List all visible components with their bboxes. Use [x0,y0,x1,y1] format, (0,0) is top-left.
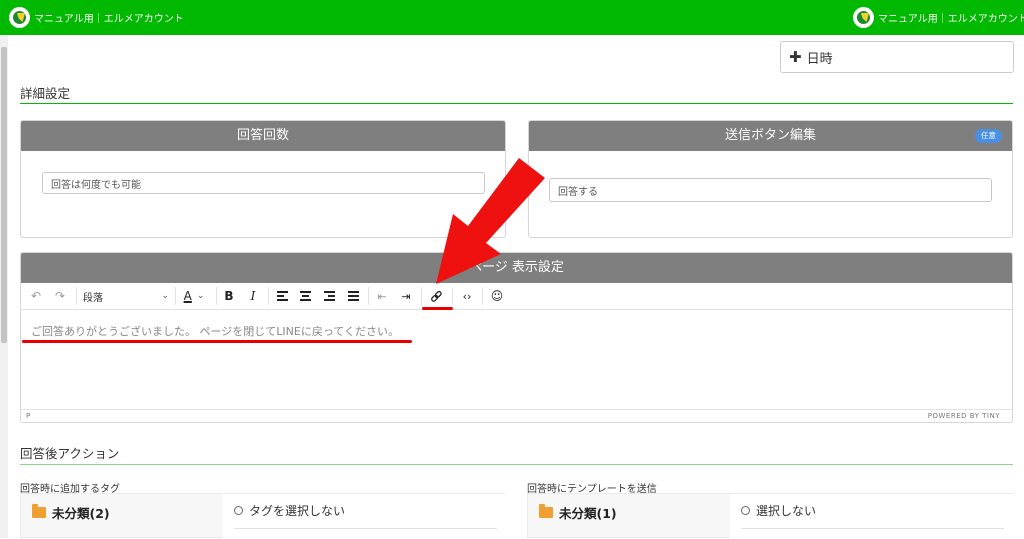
template-folder-item[interactable]: 未分類(1) [539,503,617,522]
folder-icon [32,504,46,518]
post-actions-heading: 回答後アクション [20,446,120,461]
radio-icon [234,506,243,515]
no-tag-option[interactable]: タグを選択しない [234,502,345,519]
tag-folder-item[interactable]: 未分類(2) [32,503,110,522]
no-template-option[interactable]: 選択しない [741,502,816,519]
folder-icon [539,504,553,518]
annotation-arrow-icon [436,158,545,284]
tag-folder-label: 未分類(2) [52,506,110,521]
radio-icon [741,506,750,515]
tag-selector-panel: 未分類(2) タグを選択しない [20,493,507,539]
no-template-label: 選択しない [756,504,817,518]
template-folder-label: 未分類(1) [559,506,617,521]
template-selector-panel: 未分類(1) 選択しない [527,493,1014,539]
no-tag-label: タグを選択しない [249,504,346,518]
post-actions-divider [20,464,1013,465]
